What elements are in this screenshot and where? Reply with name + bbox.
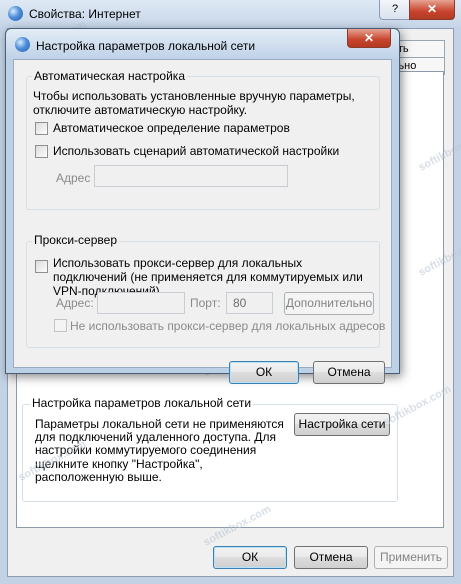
bg-ok-button[interactable]: ОК (213, 546, 287, 569)
lan-settings-button[interactable]: Настройка сети (294, 413, 390, 436)
auto-detect-checkbox[interactable] (35, 122, 48, 135)
dialog-close-button[interactable]: ✕ (347, 29, 391, 48)
use-proxy-checkbox[interactable] (35, 260, 48, 273)
bypass-local-label[interactable]: Не использовать прокси-сервер для локаль… (70, 319, 385, 333)
proxy-group-title: Прокси-сервер (32, 233, 119, 247)
proxy-address-label: Адрес: (56, 296, 94, 310)
bypass-local-checkbox[interactable] (54, 319, 67, 332)
dialog-ok-button[interactable]: ОК (229, 361, 299, 384)
lan-group-title: Настройка параметров локальной сети (30, 396, 254, 410)
bg-cancel-button[interactable]: Отмена (294, 546, 368, 569)
use-script-checkbox[interactable] (35, 145, 48, 158)
script-address-label: Адрес (56, 171, 91, 185)
lan-settings-dialog: Настройка параметров локальной сети ✕ Ав… (5, 28, 400, 384)
advanced-button[interactable]: Дополнительно (284, 292, 374, 315)
dialog-cancel-button[interactable]: Отмена (313, 361, 385, 384)
proxy-port-label: Порт: (190, 296, 221, 310)
internet-options-icon (15, 37, 30, 52)
proxy-address-input[interactable] (97, 292, 185, 314)
internet-options-icon (8, 6, 23, 21)
use-script-label[interactable]: Использовать сценарий автоматической нас… (53, 144, 339, 158)
bg-close-button[interactable]: ✕ (409, 0, 455, 20)
script-address-input[interactable] (94, 165, 288, 187)
help-button[interactable]: ? (379, 0, 411, 20)
bg-window-title: Свойства: Интернет (29, 7, 141, 21)
auto-config-description: Чтобы использовать установленные вручную… (33, 89, 355, 117)
dialog-title: Настройка параметров локальной сети (36, 39, 256, 53)
proxy-port-input[interactable]: 80 (226, 292, 273, 314)
dialog-title-bar: Настройка параметров локальной сети (6, 29, 399, 59)
auto-config-title: Автоматическая настройка (32, 69, 187, 83)
dialog-client-area: Автоматическая настройка Чтобы использов… (13, 59, 392, 384)
auto-detect-label[interactable]: Автоматическое определение параметров (53, 121, 290, 135)
apply-button[interactable]: Применить (374, 546, 448, 569)
